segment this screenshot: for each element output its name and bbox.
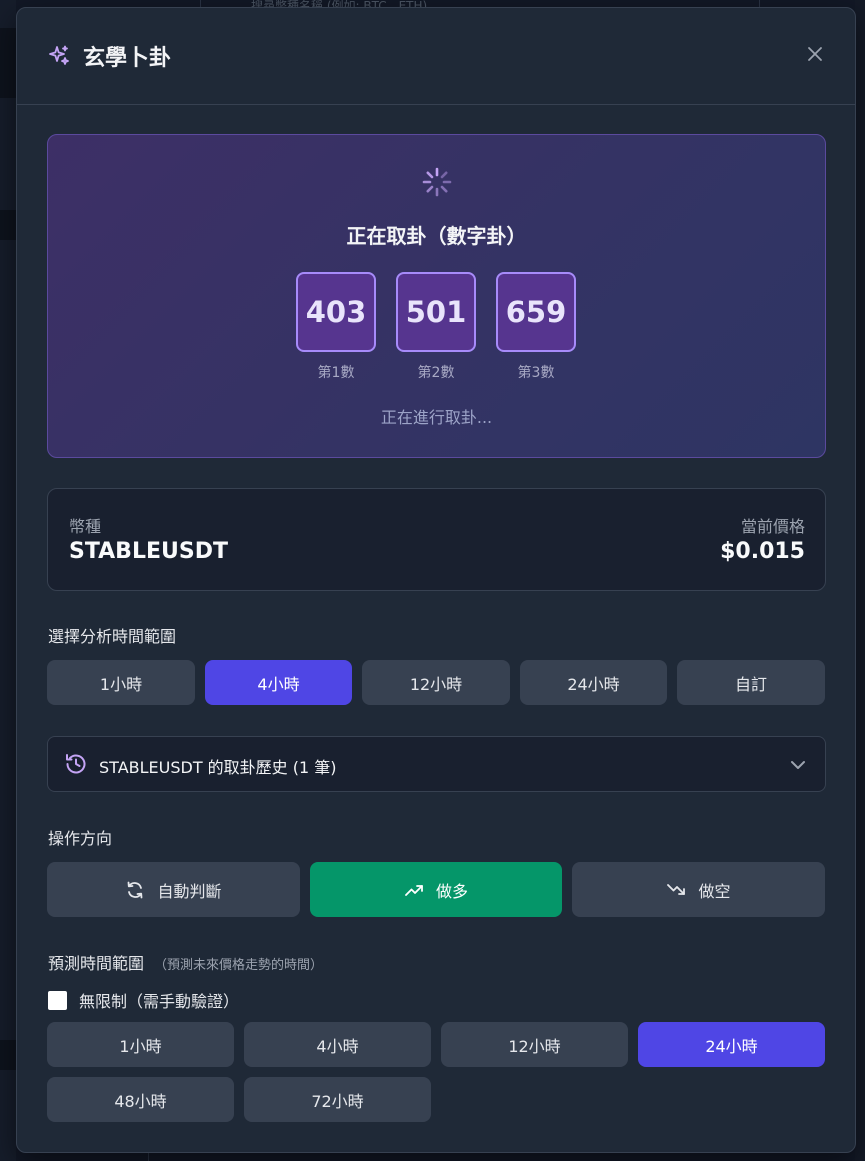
divination-number-label: 第2數 [417,365,455,381]
divination-panel: 正在取卦（數字卦） 403 第1數 501 第2數 659 第3數 正在進行取卦… [47,134,826,458]
current-price-label: 當前價格 [740,517,805,536]
divination-history-dropdown[interactable]: STABLEUSDT 的取卦歷史 (1 筆) [47,736,826,792]
divination-number-box: 501 [396,272,476,352]
analysis-range-option[interactable]: 12小時 [362,660,510,705]
direction-short-button[interactable]: 做空 [572,862,825,917]
close-icon[interactable] [805,44,825,64]
trending-up-icon [405,884,423,896]
sparkles-icon [49,45,69,65]
analysis-range-label: 選擇分析時間範圍 [48,627,177,646]
background-price-column [855,0,865,1161]
direction-short-label: 做空 [698,881,731,901]
prediction-range-option[interactable]: 12小時 [441,1022,628,1067]
prediction-range-sublabel: （預測未來價格走勢的時間） [154,958,324,973]
refresh-icon [128,881,143,898]
analysis-range-option[interactable]: 4小時 [205,660,352,705]
loading-spinner-icon [422,167,452,197]
background-sidebar [0,0,16,1161]
prediction-range-option[interactable]: 72小時 [244,1077,431,1122]
analysis-range-option[interactable]: 24小時 [520,660,667,705]
direction-long-button[interactable]: 做多 [310,862,562,917]
background-sidebar-block [0,210,16,240]
divination-progress-text: 正在進行取卦... [380,408,493,427]
trending-down-icon [667,883,686,895]
prediction-range-option[interactable]: 4小時 [244,1022,431,1067]
chevron-down-icon [791,761,805,769]
history-icon [66,754,86,774]
prediction-range-option[interactable]: 1小時 [47,1022,234,1067]
direction-auto-button[interactable]: 自動判斷 [47,862,300,917]
divination-number-label: 第1數 [317,365,355,381]
direction-label: 操作方向 [48,829,113,848]
prediction-range-label: 預測時間範圍 （預測未來價格走勢的時間） [48,950,323,974]
coin-symbol: STABLEUSDT [69,539,228,564]
coin-symbol-label: 幣種 [69,517,102,536]
unlimited-checkbox-row[interactable]: 無限制（需手動驗證） [48,990,240,1011]
history-text: STABLEUSDT 的取卦歷史 (1 筆) [99,758,337,777]
prediction-range-option[interactable]: 48小時 [47,1077,234,1122]
analysis-range-option[interactable]: 1小時 [47,660,195,705]
prediction-range-option[interactable]: 24小時 [638,1022,825,1067]
divination-number-box: 403 [296,272,376,352]
direction-long-label: 做多 [435,881,468,901]
direction-auto-label: 自動判斷 [157,881,222,901]
prediction-range-title: 預測時間範圍 [48,954,145,973]
current-price: $0.015 [720,539,805,564]
divination-number-box: 659 [496,272,576,352]
unlimited-checkbox-label: 無限制（需手動驗證） [79,992,240,1011]
divination-status: 正在取卦（數字卦） [346,224,527,248]
background-sidebar-block [0,28,16,98]
divination-modal: 玄學卜卦 正在取卦（數字卦） 403 第1數 501 第2數 659 第3數 正… [16,7,856,1153]
unlimited-checkbox[interactable] [48,990,67,1010]
coin-info-card: 幣種 STABLEUSDT 當前價格 $0.015 [47,488,826,591]
modal-title: 玄學卜卦 [83,46,172,71]
divination-number-label: 第3數 [517,365,555,381]
modal-header: 玄學卜卦 [17,8,855,105]
analysis-range-option[interactable]: 自訂 [677,660,825,705]
background-sidebar-block [0,1040,16,1070]
